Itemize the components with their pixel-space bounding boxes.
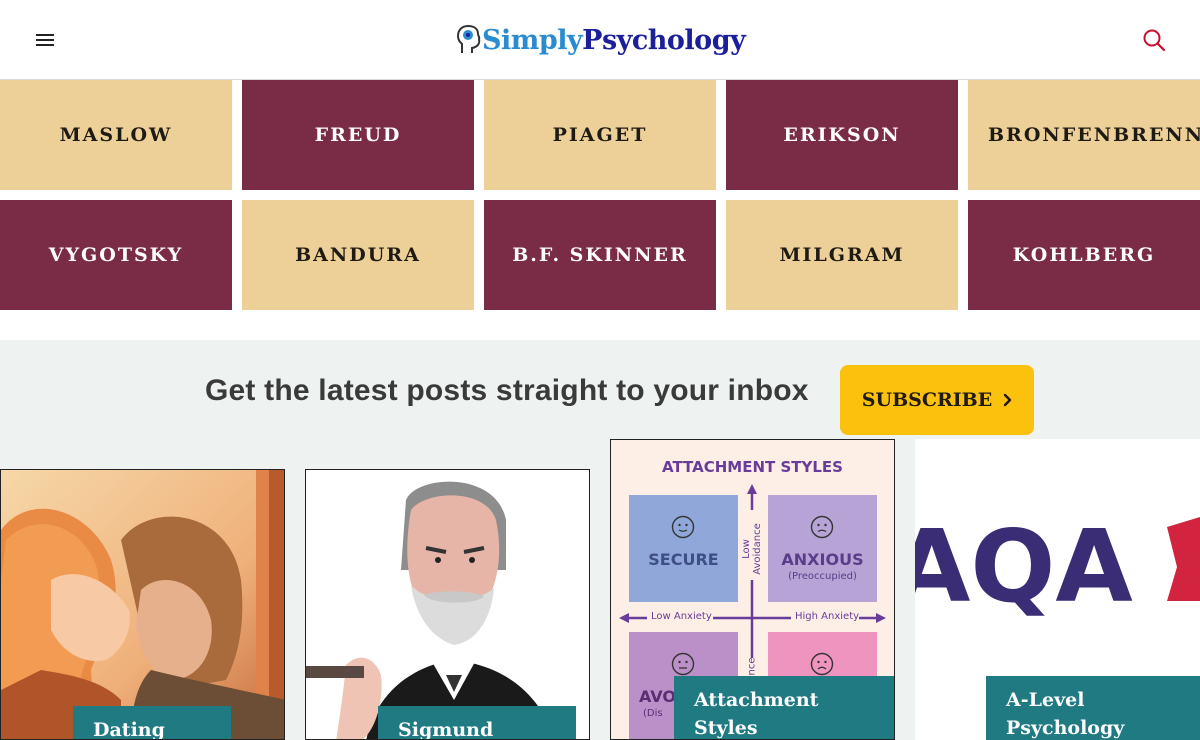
site-logo[interactable]: SimplyPsychology: [456, 22, 746, 58]
logo-text: SimplyPsychology: [482, 24, 746, 56]
tile-vygotsky[interactable]: VYGOTSKY: [0, 200, 232, 310]
card-label-line2: Psychology: [1006, 717, 1125, 739]
card-label-dating-tips: Dating Tips: [73, 706, 231, 739]
tile-milgram[interactable]: MILGRAM: [726, 200, 958, 310]
card-label-a-level-psychology: A-Level Psychology: [986, 676, 1200, 740]
tile-kohlberg[interactable]: KOHLBERG: [968, 200, 1200, 310]
subscribe-button[interactable]: SUBSCRIBE: [840, 365, 1034, 435]
card-label-attachment-styles: Attachment Styles: [674, 676, 894, 739]
card-label-line1: A-Level: [1006, 689, 1085, 711]
card-label-sigmund-freud: Sigmund Freud: [378, 706, 576, 739]
tile-bandura[interactable]: BANDURA: [242, 200, 474, 310]
aqa-logo-text: AQA: [915, 508, 1133, 625]
subscribe-label: SUBSCRIBE: [861, 389, 993, 411]
tile-piaget[interactable]: PIAGET: [484, 80, 716, 190]
tile-freud[interactable]: FREUD: [242, 80, 474, 190]
chevron-right-icon: [1004, 393, 1012, 407]
search-icon[interactable]: [1142, 28, 1166, 52]
card-label-line2: Styles: [694, 717, 758, 739]
card-label-line1: Attachment: [694, 689, 819, 711]
head-logo-icon: [456, 24, 481, 53]
axis-label-low-avoidance: Low Avoidance: [741, 523, 763, 575]
card-sigmund-freud[interactable]: Sigmund Freud: [305, 469, 590, 740]
hamburger-menu-icon[interactable]: [33, 28, 57, 52]
axis-label-high-anxiety: High Anxiety: [795, 611, 860, 622]
tile-skinner[interactable]: B.F. SKINNER: [484, 200, 716, 310]
tile-maslow[interactable]: MASLOW: [0, 80, 232, 190]
menu-line: [36, 34, 54, 36]
site-header: SimplyPsychology: [0, 0, 1200, 80]
axis-label-low-anxiety: Low Anxiety: [651, 611, 712, 622]
newsletter-text: Get the latest posts straight to your in…: [205, 374, 809, 407]
freud-portrait-image: [306, 481, 556, 739]
card-attachment-styles[interactable]: ATTACHMENT STYLES SECURE ANXIOUS (Preocc…: [610, 439, 895, 740]
tile-bronfenbrenner[interactable]: BRONFENBRENNER: [968, 80, 1200, 190]
couple-kissing-image: [1, 470, 284, 739]
menu-line: [36, 44, 54, 46]
menu-line: [36, 39, 54, 41]
card-a-level-psychology[interactable]: AQA A-Level Psychology: [915, 439, 1200, 740]
card-dating-tips[interactable]: Dating Tips: [0, 469, 285, 740]
tile-erikson[interactable]: ERIKSON: [726, 80, 958, 190]
